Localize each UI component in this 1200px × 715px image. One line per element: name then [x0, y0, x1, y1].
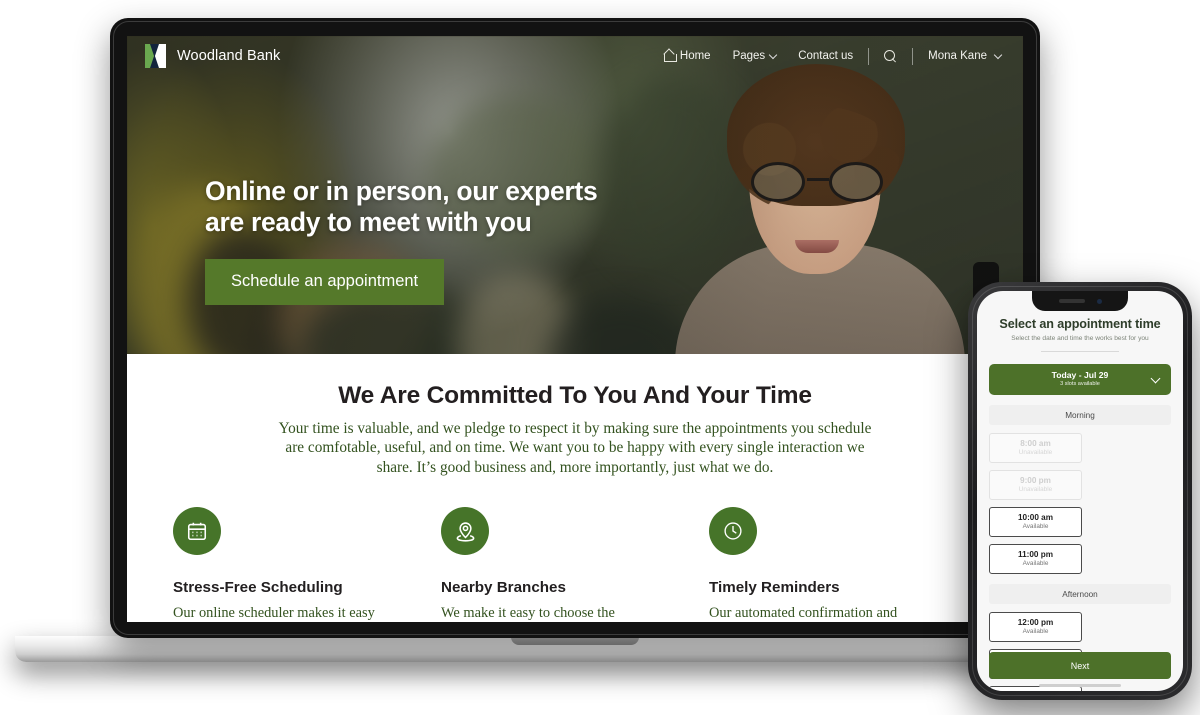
- divider: [1041, 351, 1119, 352]
- time-slot-state: Unavailable: [1018, 485, 1053, 493]
- next-button[interactable]: Next: [989, 652, 1171, 679]
- woodland-bank-logo-icon: [145, 44, 166, 68]
- time-slot-state: Available: [1022, 559, 1049, 567]
- date-picker-slots-count: 3 slots available: [1060, 380, 1100, 387]
- map-pin-icon: [441, 507, 489, 556]
- navbar-right: Home Pages Contact us Mona Kane: [663, 47, 1003, 65]
- appointment-picker: Select an appointment time Select the da…: [977, 291, 1183, 691]
- date-picker-dropdown[interactable]: Today - Jul 29 3 slots available: [989, 364, 1171, 395]
- date-picker-label: Today - Jul 29: [1051, 369, 1109, 380]
- slot-group-morning: 8:00 am Unavailable 9:00 pm Unavailable …: [989, 433, 1171, 574]
- brand-logo[interactable]: Woodland Bank: [145, 44, 280, 68]
- features-section: Stress-Free Scheduling Our online schedu…: [127, 477, 1023, 622]
- time-slot[interactable]: 10:00 am Available: [989, 507, 1082, 537]
- website-viewport: Woodland Bank Home Pages Contact us Mona…: [127, 36, 1023, 622]
- hero-title: Online or in person, our experts are rea…: [205, 176, 598, 238]
- phone-frame: Select an appointment time Select the da…: [968, 282, 1192, 700]
- nav-item-home-label: Home: [679, 50, 711, 62]
- feature-title: Stress-Free Scheduling: [173, 579, 343, 597]
- committed-body: Your time is valuable, and we pledge to …: [278, 420, 872, 476]
- time-slot-time: 9:00 pm: [1020, 475, 1051, 485]
- feature-text: We make it easy to choose the location t…: [441, 605, 615, 622]
- chevron-down-icon: [993, 50, 1003, 59]
- nav-item-contact-us-label: Contact us: [798, 50, 854, 62]
- period-header-morning: Morning: [989, 405, 1171, 425]
- time-slot[interactable]: 12:00 pm Available: [989, 612, 1082, 642]
- committed-heading: We Are Committed To You And Your Time: [338, 382, 812, 409]
- feature-title: Nearby Branches: [441, 579, 566, 597]
- site-navbar: Woodland Bank Home Pages Contact us Mona…: [127, 36, 1023, 76]
- nav-item-home[interactable]: Home: [663, 50, 711, 62]
- phone-speaker: [1058, 299, 1085, 303]
- appointment-picker-title: Select an appointment time: [999, 317, 1161, 331]
- phone-mockup: Select an appointment time Select the da…: [968, 282, 1192, 700]
- committed-section: We Are Committed To You And Your Time Yo…: [127, 354, 1023, 478]
- time-slot-time: 8:00 am: [1020, 438, 1051, 448]
- nav-item-pages-label: Pages: [732, 50, 766, 62]
- time-slot: 8:00 am Unavailable: [989, 433, 1082, 463]
- hero-title-line-2: are ready to meet with you: [205, 207, 532, 237]
- search-icon[interactable]: [884, 49, 897, 63]
- hero-title-line-1: Online or in person, our experts: [205, 176, 598, 206]
- phone-footer: Next: [989, 652, 1171, 679]
- feature-card-nearby-branches: Nearby Branches We make it easy to choos…: [441, 507, 709, 622]
- user-menu-name: Mona Kane: [928, 50, 987, 62]
- calendar-icon: [173, 507, 221, 556]
- nav-item-contact-us[interactable]: Contact us: [798, 50, 853, 62]
- time-slot-state: Available: [1022, 522, 1049, 530]
- phone-camera: [1096, 298, 1102, 304]
- feature-text: Our online scheduler makes it easy to ge…: [173, 605, 375, 622]
- home-icon: [663, 51, 677, 62]
- laptop-mockup: Woodland Bank Home Pages Contact us Mona…: [15, 18, 1135, 662]
- hero-section: Woodland Bank Home Pages Contact us Mona…: [127, 36, 1023, 354]
- feature-card-timely-reminders: Timely Reminders Our automated confirmat…: [709, 507, 977, 622]
- phone-home-indicator: [1039, 683, 1121, 687]
- feature-card-stress-free-scheduling: Stress-Free Scheduling Our online schedu…: [173, 507, 441, 622]
- laptop-lid: Woodland Bank Home Pages Contact us Mona…: [110, 18, 1040, 638]
- clock-icon: [709, 507, 757, 556]
- schedule-appointment-button[interactable]: Schedule an appointment: [205, 259, 445, 305]
- nav-divider-left: [868, 47, 870, 65]
- nav-item-pages[interactable]: Pages: [732, 50, 778, 62]
- laptop-screen: Woodland Bank Home Pages Contact us Mona…: [127, 36, 1023, 622]
- time-slot: 9:00 pm Unavailable: [989, 470, 1082, 500]
- time-slot-state: Available: [1022, 627, 1049, 635]
- laptop-base: [15, 636, 1135, 662]
- time-slot[interactable]: 11:00 pm Available: [989, 544, 1082, 574]
- time-slot-time: 10:00 am: [1017, 512, 1054, 522]
- chevron-down-icon: [768, 50, 778, 59]
- brand-name: Woodland Bank: [177, 48, 281, 64]
- hero-copy: Online or in person, our experts are rea…: [205, 176, 598, 305]
- time-slot-time: 11:00 pm: [1017, 549, 1054, 559]
- nav-divider-right: [912, 47, 914, 65]
- time-slot-state: Unavailable: [1018, 448, 1053, 456]
- chevron-down-icon: [1150, 373, 1161, 384]
- period-header-afternoon: Afternoon: [989, 584, 1171, 604]
- user-menu[interactable]: Mona Kane: [928, 50, 1003, 62]
- appointment-picker-subtitle: Select the date and time the works best …: [1011, 335, 1149, 342]
- phone-notch: [1032, 291, 1128, 311]
- feature-text: Our automated confirmation and reminder …: [709, 605, 898, 622]
- nav-links: Home Pages Contact us: [663, 50, 853, 62]
- feature-title: Timely Reminders: [709, 579, 840, 597]
- phone-screen: Select an appointment time Select the da…: [977, 291, 1183, 691]
- time-slot-time: 12:00 pm: [1017, 617, 1054, 627]
